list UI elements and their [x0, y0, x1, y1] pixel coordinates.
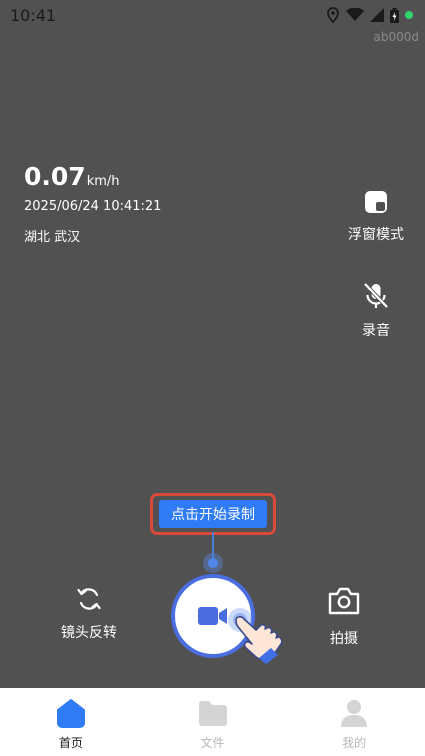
folder-icon: [198, 701, 227, 726]
nav-item-profile[interactable]: 我的: [283, 688, 425, 756]
battery-icon: [390, 7, 399, 23]
camera-icon: [328, 587, 360, 615]
wifi-icon: [346, 8, 364, 21]
device-id: ab000d: [373, 30, 420, 44]
hint-pointer-dot-center: [208, 558, 218, 568]
flip-camera-label: 镜头反转: [61, 625, 117, 641]
speed-value: 0.07: [24, 162, 86, 191]
user-icon: [341, 700, 368, 727]
speed-unit: km/h: [86, 174, 120, 189]
status-bar: 10:41: [0, 0, 425, 30]
speed-info: 0.07 km/h 2025/06/24 10:41:21 湖北 武汉: [24, 162, 161, 245]
float-mode-label: 浮窗模式: [348, 227, 404, 243]
home-icon: [56, 699, 85, 728]
nav-label-home: 首页: [58, 736, 83, 750]
mic-off-icon: [363, 282, 389, 309]
notification-dot: [405, 11, 413, 19]
hint-highlight-frame: 点击开始录制: [150, 493, 276, 535]
nav-label-profile: 我的: [342, 736, 367, 750]
take-photo-button[interactable]: 拍摄: [322, 586, 366, 648]
tap-hand-icon: [228, 608, 283, 664]
nav-item-home[interactable]: 首页: [0, 688, 142, 756]
speed-line: 0.07 km/h: [24, 162, 161, 191]
nav-label-files: 文件: [200, 736, 225, 750]
audio-toggle-button[interactable]: 录音: [355, 282, 397, 340]
status-time: 10:41: [10, 5, 57, 25]
take-photo-label: 拍摄: [330, 631, 358, 647]
recording-datetime: 2025/06/24 10:41:21: [24, 199, 162, 214]
start-recording-hint: 点击开始录制: [159, 500, 267, 528]
audio-label: 录音: [362, 323, 390, 339]
signal-icon: [370, 8, 384, 22]
hint-pointer-dot: [203, 553, 223, 573]
video-camera-icon: [198, 607, 227, 625]
camera-flip-icon: [77, 588, 101, 610]
location-text: 湖北 武汉: [24, 230, 81, 245]
status-icons: [326, 7, 413, 23]
flip-camera-button[interactable]: 镜头反转: [56, 586, 122, 642]
nav-item-files[interactable]: 文件: [142, 688, 284, 756]
bottom-nav: 首页 文件 我的: [0, 688, 425, 756]
float-mode-button[interactable]: 浮窗模式: [344, 190, 408, 244]
float-window-icon: [365, 191, 387, 213]
location-icon: [327, 7, 339, 23]
